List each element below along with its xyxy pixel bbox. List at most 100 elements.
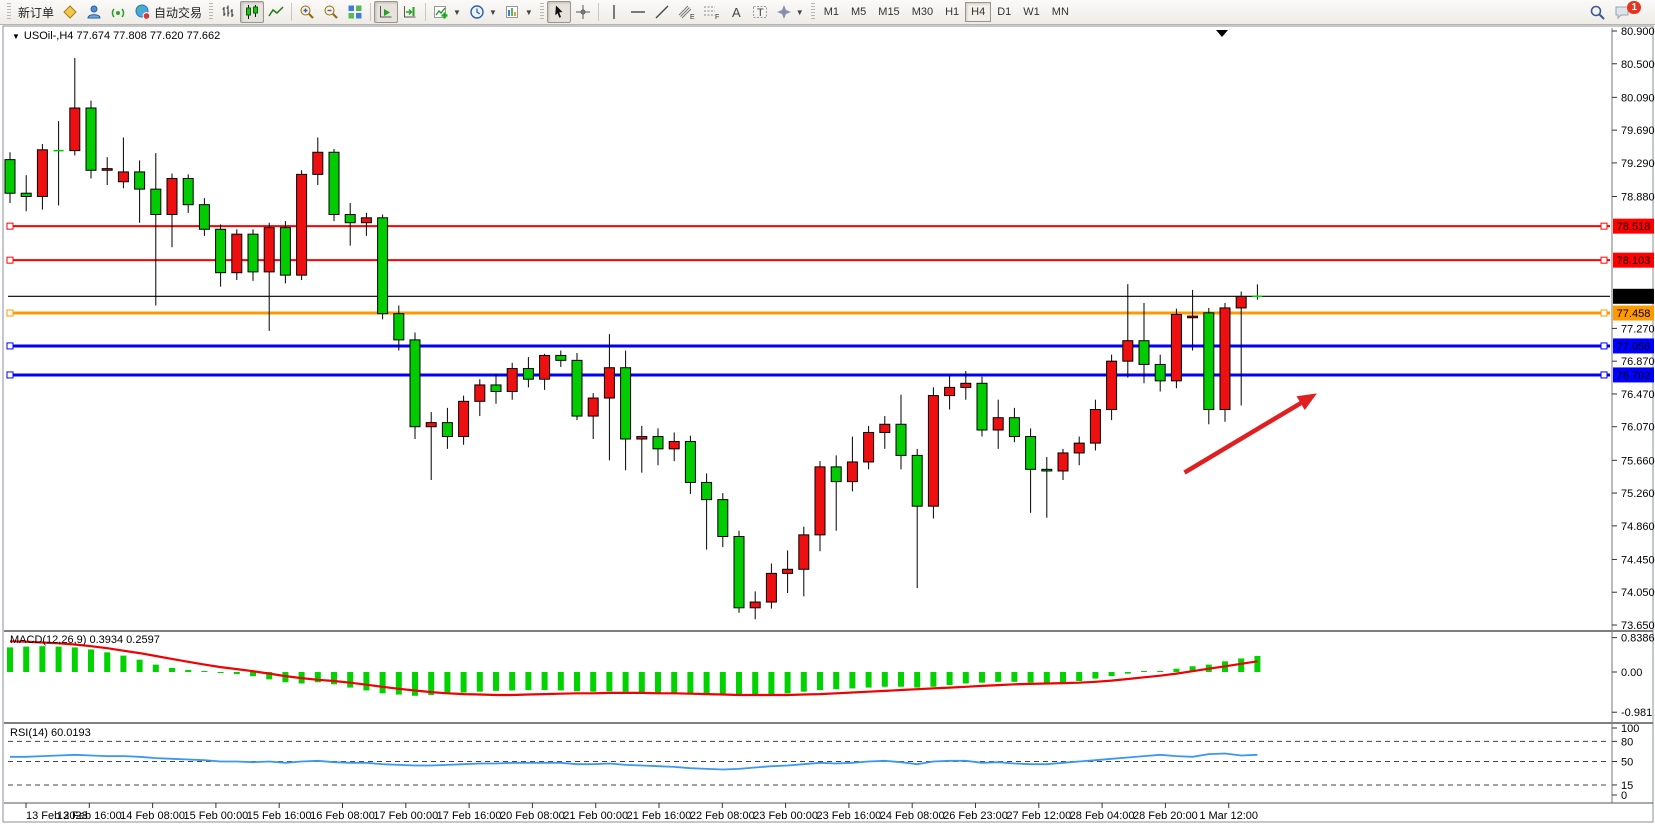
time-tick-label: 28 Feb 20:00 (1133, 810, 1198, 822)
profile-icon (86, 4, 102, 20)
metaeditor-button[interactable] (58, 1, 82, 23)
price-tick-label: 79.690 (1621, 125, 1655, 137)
macd-histogram-bar (218, 672, 224, 673)
level-anchor-left[interactable] (7, 372, 13, 378)
candle-body (815, 467, 825, 535)
level-anchor-right[interactable] (1601, 310, 1607, 316)
macd-histogram-bar (671, 672, 677, 694)
macd-histogram-bar (1157, 671, 1163, 672)
tile-windows-button[interactable] (343, 1, 367, 23)
level-anchor-right[interactable] (1601, 223, 1607, 229)
level-anchor-left[interactable] (7, 310, 13, 316)
indicators-button[interactable]: ▼ (429, 1, 465, 23)
chart-shift-marker-icon[interactable] (1216, 30, 1228, 37)
symbol-dropdown-icon[interactable]: ▼ (12, 32, 20, 41)
periods-button[interactable]: ▼ (465, 1, 501, 23)
signal-button[interactable] (106, 1, 130, 23)
equidistant-channel-button[interactable]: E (674, 1, 699, 23)
macd-histogram-bar (1125, 672, 1131, 674)
tab-timeframe-m5[interactable]: M5 (845, 2, 872, 22)
candle-body (491, 385, 501, 392)
cursor-button[interactable] (547, 1, 571, 23)
line-chart-button[interactable] (264, 1, 288, 23)
bar-chart-button[interactable] (216, 1, 240, 23)
candle-body (669, 441, 679, 448)
horizontal-line-button[interactable] (626, 1, 650, 23)
tab-timeframe-m1[interactable]: M1 (818, 2, 845, 22)
chart-shift-icon (402, 4, 418, 20)
chart-canvas[interactable]: 80.90080.50080.09079.69079.29078.88077.2… (0, 0, 1655, 827)
price-level-badge-text: 78.103 (1617, 255, 1651, 267)
candlestick-chart-button[interactable] (240, 1, 264, 23)
zoom-in-button[interactable] (295, 1, 319, 23)
price-tick-label: 80.090 (1621, 92, 1655, 104)
trend-arrow-line[interactable] (1185, 403, 1302, 473)
candle-body (167, 178, 177, 214)
tab-timeframe-h1[interactable]: H1 (939, 2, 965, 22)
macd-histogram-bar (396, 672, 402, 695)
text-button[interactable]: A (724, 1, 748, 23)
level-anchor-left[interactable] (7, 257, 13, 263)
price-level-badge-text: 78.518 (1617, 221, 1651, 233)
tab-timeframe-mn[interactable]: MN (1046, 2, 1075, 22)
price-tick-label: 74.050 (1621, 587, 1655, 599)
macd-histogram-bar (412, 672, 418, 696)
time-tick-label: 16 Feb 08:00 (310, 810, 375, 822)
tab-timeframe-d1[interactable]: D1 (991, 2, 1017, 22)
tab-timeframe-m15[interactable]: M15 (872, 2, 905, 22)
macd-histogram-bar (979, 672, 985, 683)
price-tick-label: 75.260 (1621, 488, 1655, 500)
arrows-button[interactable]: ▼ (772, 1, 808, 23)
zoom-out-button[interactable] (319, 1, 343, 23)
candle-body (621, 368, 631, 439)
notifications-button[interactable]: 1 (1610, 1, 1651, 23)
auto-scroll-button[interactable] (374, 1, 398, 23)
crosshair-button[interactable] (571, 1, 595, 23)
autotrading-button[interactable]: 自动交易 (130, 1, 206, 23)
templates-button[interactable]: ▼ (501, 1, 537, 23)
level-anchor-left[interactable] (7, 343, 13, 349)
time-tick-label: 15 Feb 00:00 (183, 810, 248, 822)
candle-body (1139, 341, 1149, 365)
tab-timeframe-w1[interactable]: W1 (1017, 2, 1046, 22)
price-level-badge-text: 77.056 (1617, 341, 1651, 353)
candle-body (1058, 453, 1068, 471)
candle-body (702, 482, 712, 499)
candle-body (1220, 308, 1230, 410)
candle-body (912, 455, 922, 506)
candle-body (1155, 364, 1165, 380)
fibonacci-button[interactable]: F (699, 1, 724, 23)
profile-button[interactable] (82, 1, 106, 23)
price-tick-label: 76.070 (1621, 422, 1655, 434)
text-icon: A (728, 4, 744, 20)
new-order-button[interactable]: 新订单 (14, 1, 58, 23)
macd-histogram-bar (1141, 671, 1147, 672)
search-button[interactable] (1585, 1, 1610, 23)
chart-shift-button[interactable] (398, 1, 422, 23)
level-anchor-right[interactable] (1601, 257, 1607, 263)
time-tick-label: 23 Feb 16:00 (816, 810, 881, 822)
macd-histogram-bar (1028, 672, 1034, 683)
rsi-scale-label: 100 (1621, 723, 1639, 735)
price-level-badge-text: 76.702 (1617, 370, 1651, 382)
level-anchor-right[interactable] (1601, 343, 1607, 349)
candle-body (507, 369, 517, 392)
macd-histogram-bar (347, 672, 353, 688)
chevron-down-icon: ▼ (453, 8, 461, 17)
trendline-button[interactable] (650, 1, 674, 23)
tab-timeframe-h4[interactable]: H4 (965, 2, 991, 22)
macd-histogram-bar (687, 672, 693, 694)
macd-histogram-bar (72, 647, 78, 672)
candle-body (1107, 361, 1117, 409)
tab-timeframe-m30[interactable]: M30 (906, 2, 939, 22)
search-icon (1589, 4, 1606, 21)
level-anchor-right[interactable] (1601, 372, 1607, 378)
bar-chart-icon (220, 4, 236, 20)
text-label-button[interactable]: T (748, 1, 772, 23)
rsi-scale-label: 50 (1621, 757, 1633, 769)
price-tick-label: 79.290 (1621, 158, 1655, 170)
symbol-ohlc-text: USOil-,H4 77.674 77.808 77.620 77.662 (24, 30, 220, 42)
level-anchor-left[interactable] (7, 223, 13, 229)
vertical-line-button[interactable] (602, 1, 626, 23)
macd-histogram-bar (963, 672, 969, 683)
